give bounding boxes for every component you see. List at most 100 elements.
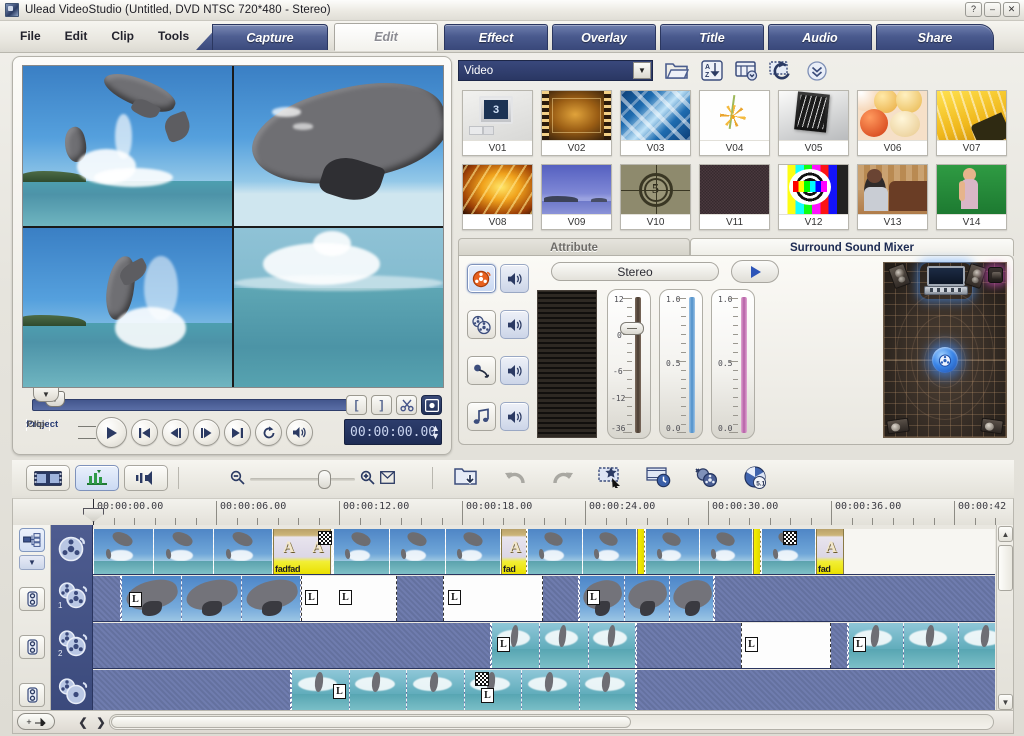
zoom-out-icon[interactable] (230, 470, 245, 488)
track-manager-button[interactable] (19, 528, 45, 552)
zoom-slider[interactable] (250, 478, 355, 481)
overlay-track-button[interactable] (467, 310, 496, 339)
overlay-track-3-toggle[interactable] (19, 683, 45, 707)
smart-render-icon[interactable] (596, 463, 626, 491)
volume-slider[interactable]: 12 0 -6 -12 -36 (607, 289, 651, 439)
timeline-clip[interactable] (527, 529, 637, 574)
mode-clip-label[interactable]: Clip (26, 419, 50, 431)
tab-effect[interactable]: Effect (444, 24, 548, 50)
overlay-badge[interactable]: L (497, 637, 510, 652)
next-frame-icon[interactable] (193, 419, 220, 446)
timeline-view-button[interactable] (75, 465, 119, 491)
library-item[interactable]: V09 (541, 164, 612, 230)
title-clip[interactable]: Afad (501, 529, 527, 574)
timeline-clip[interactable] (333, 529, 501, 574)
menu-tools[interactable]: Tools (146, 27, 201, 45)
collapse-tracks-button[interactable]: ▼ (19, 555, 45, 570)
center-display-tv-icon[interactable] (924, 266, 968, 296)
preview-collapse-button[interactable]: ▼ (33, 387, 59, 402)
overlay-badge[interactable]: L (448, 590, 461, 605)
chevron-right-icon[interactable]: ❯ (93, 714, 109, 730)
folder-add-icon[interactable] (452, 463, 482, 491)
overlay-badge[interactable]: L (339, 590, 352, 605)
speaker-icon[interactable] (286, 419, 313, 446)
menu-file[interactable]: File (8, 27, 53, 45)
speaker-icon[interactable] (500, 356, 529, 385)
batch-convert-icon[interactable] (644, 463, 674, 491)
timeline-clip[interactable] (848, 623, 995, 668)
scroll-up-button[interactable]: ▲ (998, 526, 1013, 542)
surround-51-icon[interactable]: 5.1 (740, 463, 770, 491)
library-options-icon[interactable] (733, 58, 760, 83)
transition-badge[interactable] (475, 672, 489, 686)
rear-right-speaker-icon[interactable] (980, 418, 1004, 435)
storyboard-view-button[interactable] (26, 465, 70, 491)
overlay-track-1-toggle[interactable] (19, 587, 45, 611)
surround-room-map[interactable] (883, 262, 1007, 438)
overlay-track-1[interactable]: LLLLL (93, 576, 995, 622)
zoom-in-icon[interactable] (360, 470, 375, 488)
library-item[interactable]: V11 (699, 164, 770, 230)
tab-share[interactable]: Share (876, 24, 994, 50)
volume-slider-handle[interactable] (620, 322, 644, 335)
tab-capture[interactable]: Capture (212, 24, 328, 50)
sound-mode-display[interactable]: Stereo (551, 262, 719, 281)
speaker-icon[interactable] (500, 264, 529, 293)
timeline-horizontal-scrollbar[interactable] (109, 714, 994, 730)
overlay-track-2[interactable]: LLL (93, 623, 995, 669)
video-track[interactable]: AAfadfadAfadAfad (93, 529, 995, 575)
expand-library-icon[interactable] (803, 58, 830, 83)
mark-out-button[interactable]: ] (371, 395, 392, 415)
mixer-play-button[interactable] (731, 260, 779, 283)
timeline-clip[interactable] (491, 623, 636, 668)
overlay-badge[interactable]: L (745, 637, 758, 652)
enlarge-icon[interactable] (421, 395, 442, 415)
library-item[interactable]: 3 V01 (462, 90, 533, 156)
music-note-icon[interactable] (467, 402, 496, 431)
refresh-library-icon[interactable] (768, 58, 795, 83)
fit-project-icon[interactable] (380, 471, 395, 487)
transition-marker[interactable] (753, 529, 761, 574)
playhead[interactable] (93, 499, 94, 525)
overlay-badge[interactable]: L (587, 590, 600, 605)
zoom-slider-handle[interactable] (318, 470, 331, 489)
subwoofer-icon[interactable] (988, 267, 1003, 283)
chevron-left-icon[interactable]: ❮ (75, 714, 91, 730)
video-track-icon[interactable] (57, 533, 88, 564)
tab-attribute[interactable]: Attribute (458, 238, 690, 256)
overlay-track-3-icon[interactable] (57, 677, 88, 708)
video-track-button[interactable] (467, 264, 496, 293)
timecode-stepper[interactable]: ▲▼ (429, 418, 442, 446)
overlay-track-1-icon[interactable]: 1 (57, 581, 88, 612)
vertical-scroll-thumb[interactable] (998, 545, 1013, 591)
menu-clip[interactable]: Clip (99, 27, 146, 45)
overlay-track-2-toggle[interactable] (19, 635, 45, 659)
transition-badge[interactable] (318, 531, 332, 545)
close-button[interactable]: ✕ (1003, 2, 1020, 17)
timeline-clip[interactable] (121, 576, 301, 621)
scroll-down-button[interactable]: ▼ (998, 694, 1013, 710)
skip-end-icon[interactable] (224, 419, 251, 446)
speaker-icon[interactable] (500, 402, 529, 431)
timeline-clip[interactable] (93, 529, 273, 574)
overlay-badge[interactable]: L (129, 592, 142, 607)
library-item[interactable]: V07 (936, 90, 1007, 156)
library-item[interactable]: V06 (857, 90, 928, 156)
sort-az-icon[interactable]: AZ (698, 58, 725, 83)
library-item[interactable]: V08 (462, 164, 533, 230)
tab-edit[interactable]: Edit (334, 23, 438, 51)
tab-surround-sound-mixer[interactable]: Surround Sound Mixer (690, 238, 1014, 256)
timeline-clip[interactable] (645, 529, 753, 574)
overlay-badge[interactable]: L (305, 590, 318, 605)
library-item[interactable]: V05 (778, 90, 849, 156)
mark-in-button[interactable]: [ (346, 395, 367, 415)
overlay-track-3[interactable]: LL (93, 670, 995, 711)
library-item[interactable]: 5 V10 (620, 164, 691, 230)
speaker-icon[interactable] (500, 310, 529, 339)
overlay-badge[interactable]: L (333, 684, 346, 699)
chevron-down-icon[interactable]: ▼ (633, 62, 651, 79)
subwoofer-slider[interactable]: 1.0 0.5 0.0 (711, 289, 755, 439)
help-button[interactable]: ? (965, 2, 982, 17)
menu-edit[interactable]: Edit (53, 27, 100, 45)
skip-start-icon[interactable] (131, 419, 158, 446)
